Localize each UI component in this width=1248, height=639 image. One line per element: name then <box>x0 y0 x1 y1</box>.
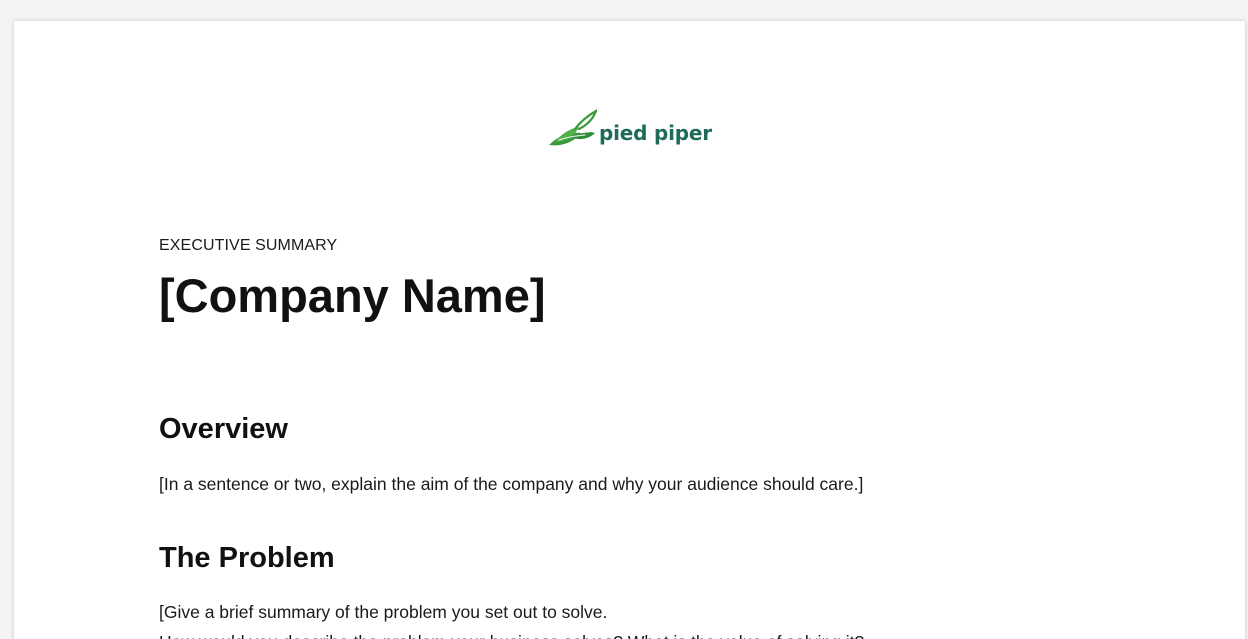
company-logo: pied piper <box>545 105 712 153</box>
logo-wordmark: pied piper <box>599 121 712 145</box>
section-heading-problem: The Problem <box>159 542 335 574</box>
section-body-problem-line-2: How would you describe the problem your … <box>159 629 864 639</box>
document-title: [Company Name] <box>159 269 546 322</box>
document-page: pied piper EXECUTIVE SUMMARY [Company Na… <box>14 21 1245 639</box>
document-eyebrow: EXECUTIVE SUMMARY <box>159 237 338 254</box>
section-heading-overview: Overview <box>159 413 288 445</box>
leaf-hat-icon <box>549 109 597 146</box>
section-body-problem-line-1: [Give a brief summary of the problem you… <box>159 602 608 622</box>
section-body-overview: [In a sentence or two, explain the aim o… <box>159 474 864 494</box>
